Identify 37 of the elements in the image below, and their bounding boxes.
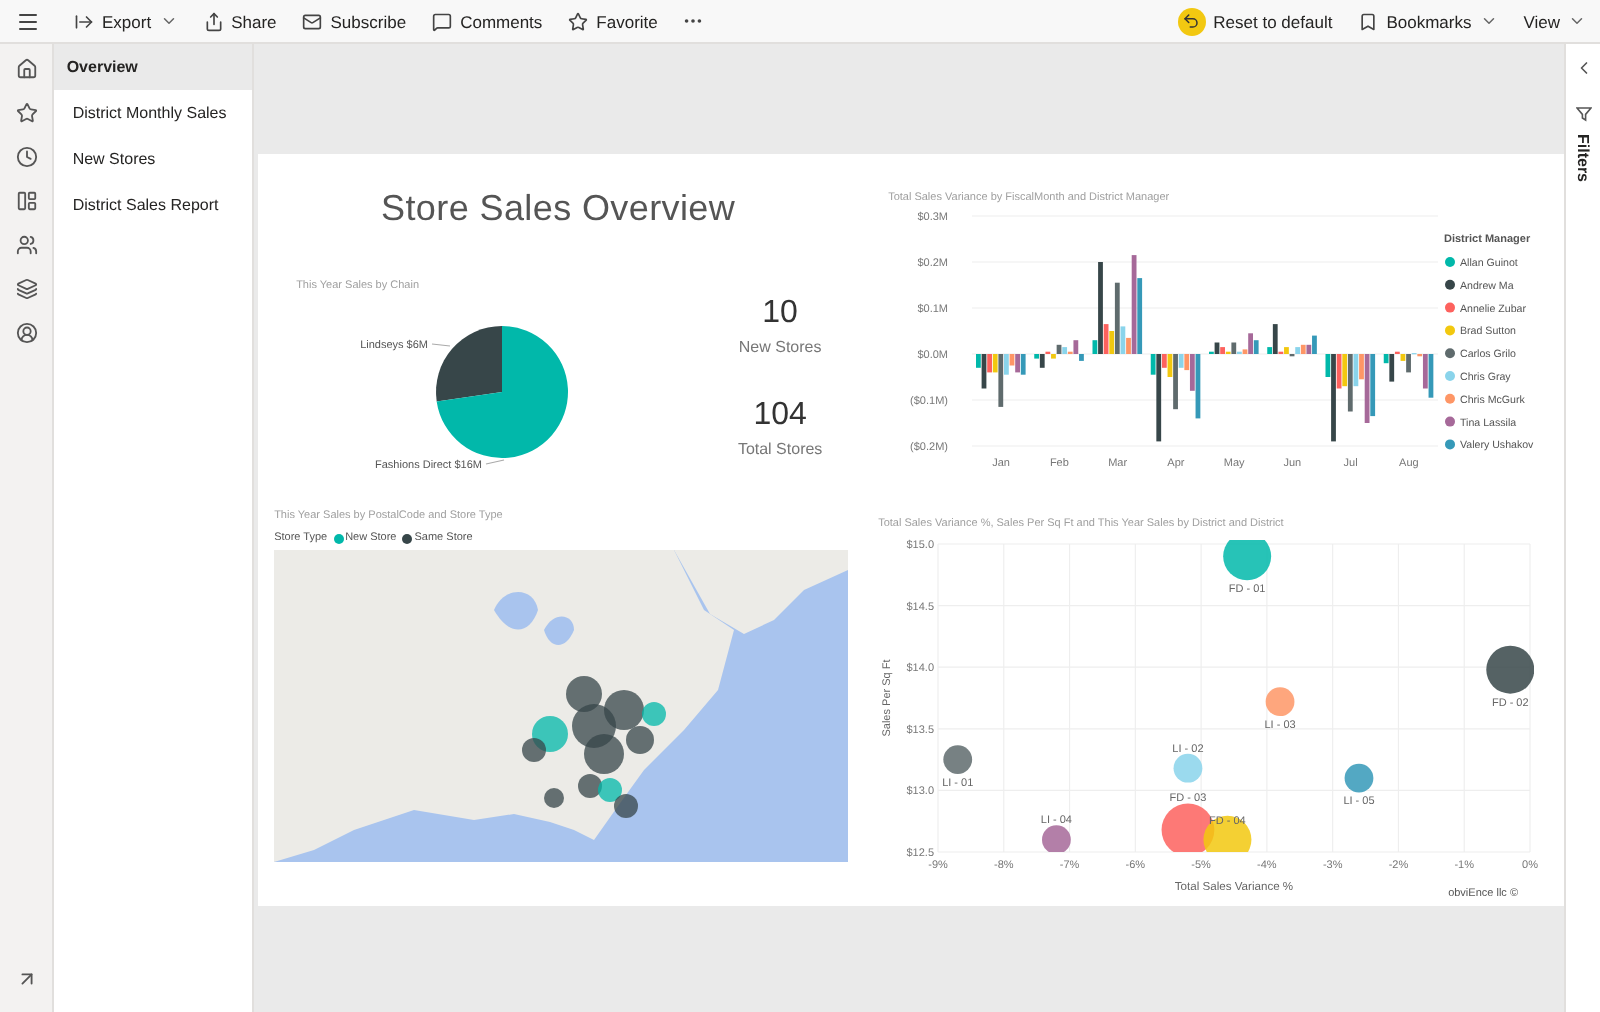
view-button[interactable]: View [1521,11,1588,31]
home-icon[interactable] [15,58,38,80]
comments-button[interactable]: Comments [430,11,545,31]
people-icon[interactable] [15,234,38,256]
kpi-label: New Stores [738,338,822,356]
expand-arrow-icon[interactable] [15,968,38,990]
page-tab[interactable]: New Stores [54,136,253,182]
account-icon[interactable] [15,322,38,344]
kpi-label: Total Stores [737,440,823,458]
leader-line [485,459,505,465]
bookmark-icon [1358,11,1379,31]
comment-icon [432,11,453,31]
page-tab[interactable]: District Sales Report [54,182,253,228]
export-button[interactable]: Export [72,11,180,31]
apps-icon[interactable] [15,190,38,212]
layers-icon[interactable] [15,278,38,300]
star-icon [568,11,589,31]
leader-line [431,343,451,347]
star-icon[interactable] [15,102,38,124]
favorite-button[interactable]: Favorite [566,11,660,31]
subscribe-button[interactable]: Subscribe [300,11,409,31]
share-icon [203,11,224,31]
page-tab[interactable]: Overview [54,44,253,90]
kpi-value: 104 [753,398,807,434]
kpi-value: 10 [762,296,798,332]
filter-icon [1575,106,1592,122]
mail-icon [302,11,323,31]
share-button[interactable]: Share [201,11,279,31]
filters-pane-label[interactable]: Filters [1574,134,1593,183]
clock-icon[interactable] [15,146,38,168]
export-icon [74,11,94,31]
undo-icon [1177,7,1206,35]
page-tab[interactable]: District Monthly Sales [54,90,253,136]
bookmark-button[interactable]: Bookmarks [1356,11,1500,31]
reset-button[interactable]: Reset to default [1175,7,1335,35]
report-title: Store Sales Overview [379,186,738,230]
menu-icon[interactable] [16,9,40,33]
